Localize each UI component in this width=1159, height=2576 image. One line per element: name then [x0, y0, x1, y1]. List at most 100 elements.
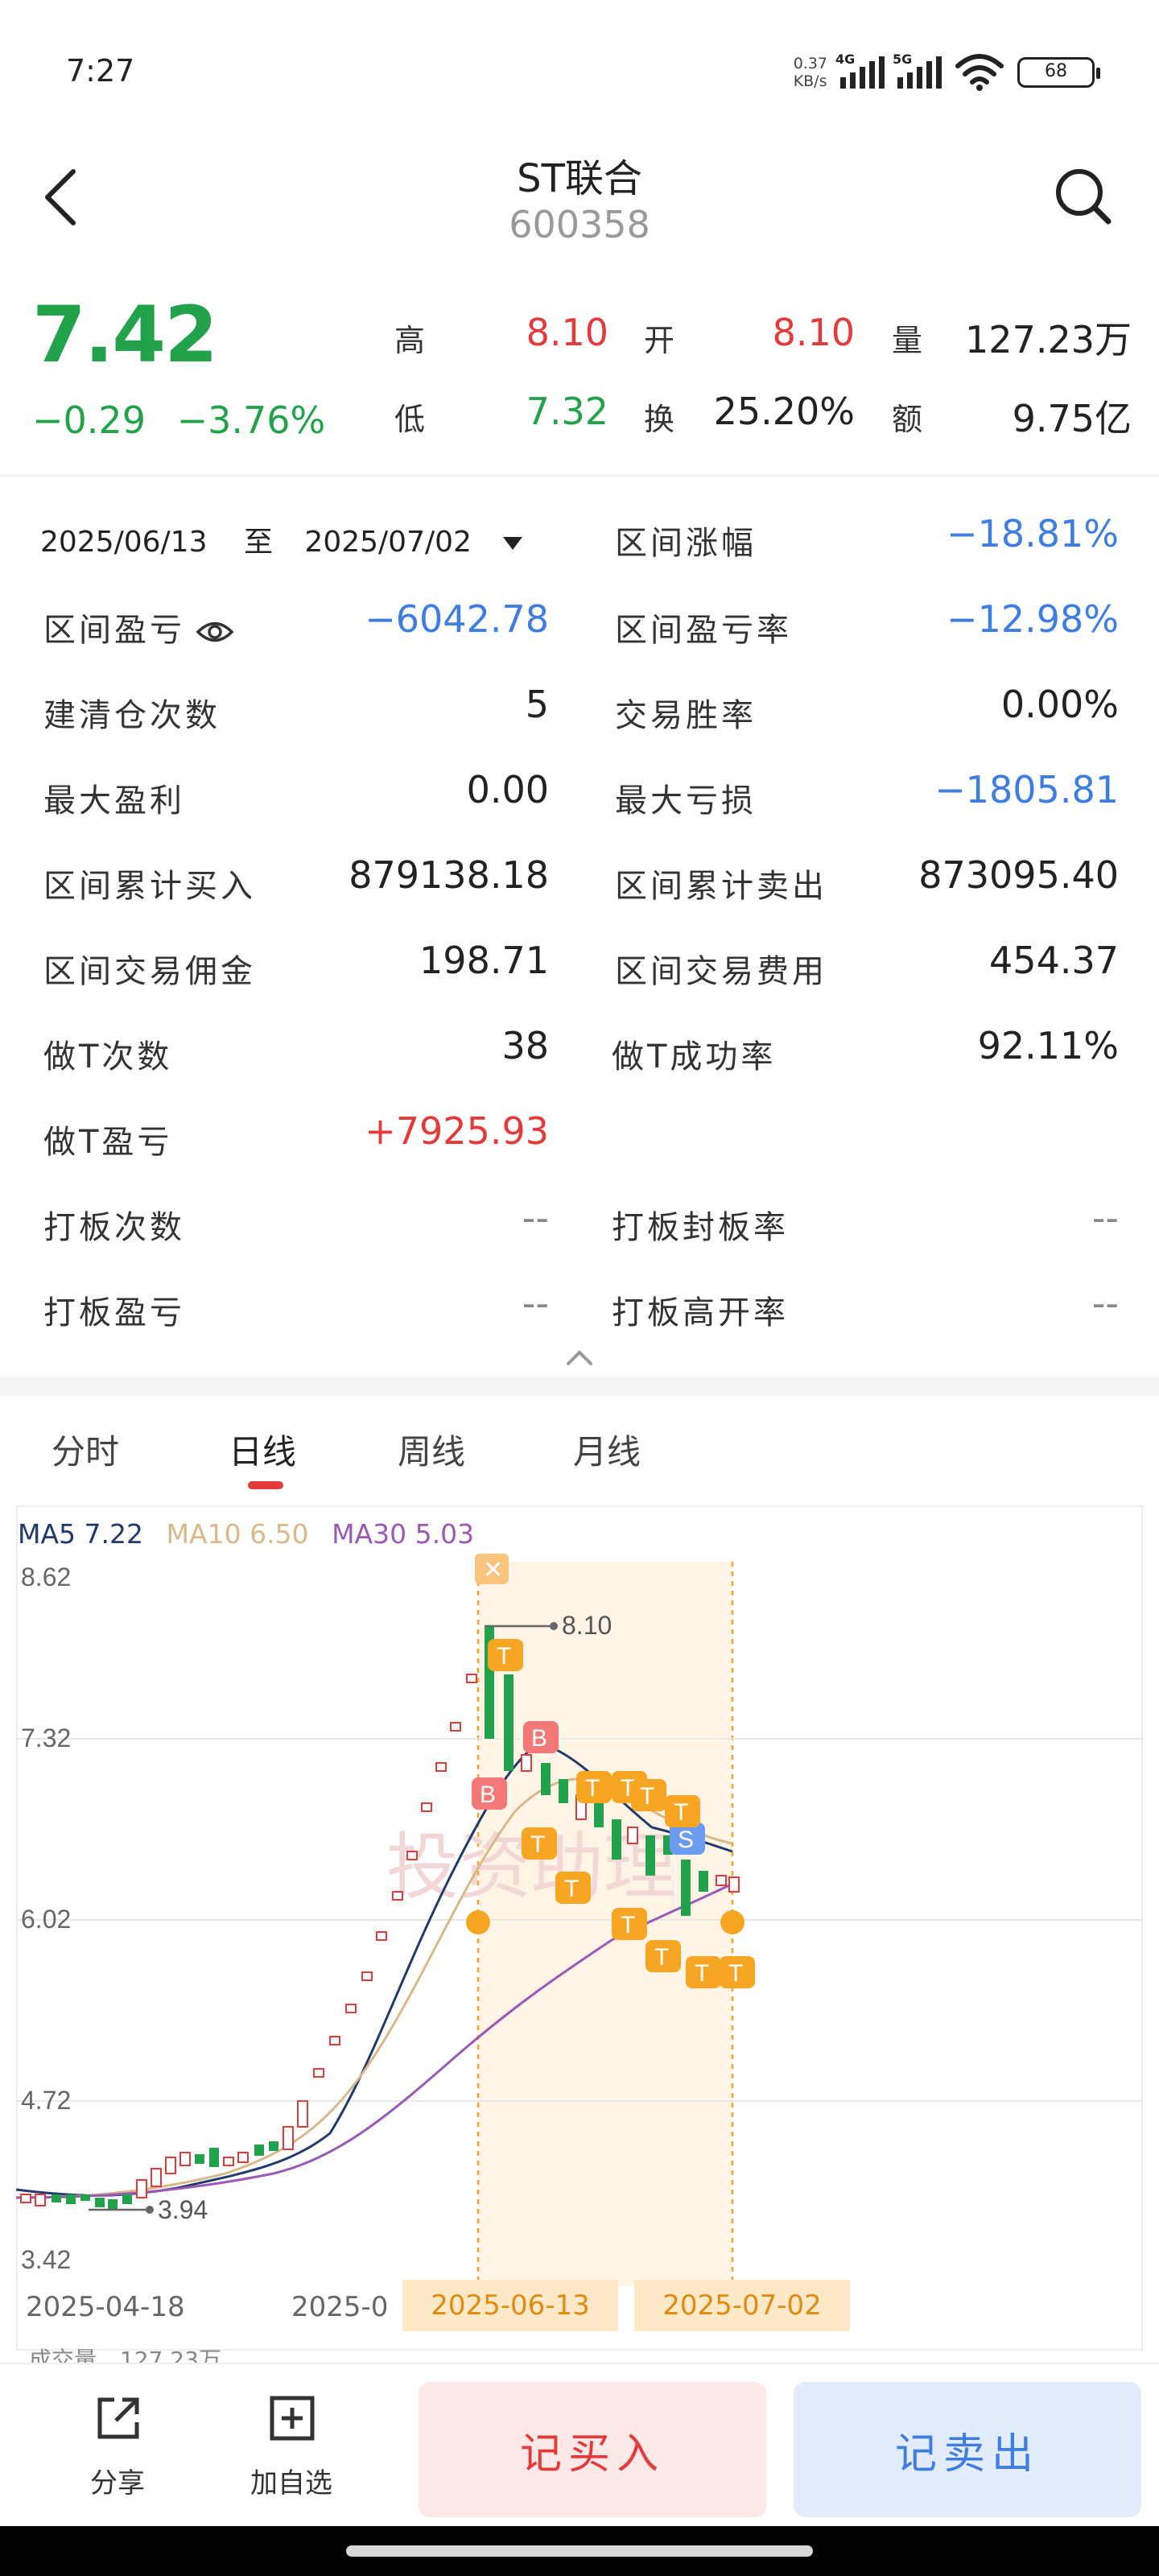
share-label: 分享: [90, 2467, 145, 2500]
t-count-value: 38: [501, 1024, 549, 1067]
caret-down-icon: [503, 537, 523, 550]
quote-panel: 7.42 −0.29 −3.76% 高 8.10 开 8.10 量 127.23…: [0, 290, 1159, 475]
battery-icon: 68: [1017, 57, 1100, 88]
t-pnl-value: +7925.93: [365, 1109, 549, 1153]
net-speed-value: 0.37: [793, 55, 827, 72]
trade-marker-t[interactable]: T: [612, 1908, 647, 1940]
candle: [209, 2148, 219, 2167]
pnl-label-text: 区间盈亏: [43, 612, 185, 649]
tab-intraday[interactable]: 分时: [52, 1425, 119, 1474]
board-seal-label: 打板封板率: [612, 1209, 789, 1246]
t-count-label: 做T次数: [43, 1038, 173, 1075]
t-success-value: 92.11%: [977, 1024, 1119, 1067]
range-start-date-label: 2025-06-13: [402, 2280, 618, 2331]
bottom-action-bar: 分享 加自选 记买入 记卖出: [0, 2363, 1159, 2524]
trade-marker-t[interactable]: T: [645, 1940, 681, 1972]
trade-marker-t[interactable]: T: [720, 1956, 755, 1988]
search-icon: [1056, 169, 1112, 225]
volume-footer: 成交量 127.23万: [29, 2343, 221, 2363]
range-change-label: 区间涨幅: [615, 525, 757, 562]
range-stats-panel: 2025/06/13 至 2025/07/02 区间涨幅 −18.81% 区间盈…: [0, 475, 1159, 1377]
range-change-value: −18.81%: [947, 512, 1119, 555]
candle: [20, 2194, 31, 2203]
eye-icon[interactable]: [196, 618, 234, 646]
candle: [136, 2179, 147, 2198]
pnl-rate-value: −12.98%: [947, 597, 1119, 641]
collapse-chevron-up-icon[interactable]: [565, 1348, 594, 1367]
tab-monthly[interactable]: 月线: [573, 1425, 641, 1474]
trade-marker-t[interactable]: T: [522, 1827, 557, 1860]
close-x-icon: ✕: [483, 1556, 503, 1584]
svg-text:B: B: [531, 1725, 547, 1752]
x-label-mid: 2025-0: [291, 2291, 389, 2323]
candle: [435, 1762, 447, 1772]
wifi-icon: [955, 54, 1004, 91]
status-time: 7:27: [66, 53, 135, 89]
trade-marker-b[interactable]: B: [523, 1721, 559, 1753]
buy-total-value: 879138.18: [349, 853, 549, 897]
signal-5g-label: 5G: [893, 52, 913, 67]
candle: [80, 2194, 90, 2201]
max-price-label: 8.10: [562, 1611, 612, 1640]
stock-code: 600358: [509, 203, 650, 246]
record-sell-button[interactable]: 记卖出: [794, 2382, 1141, 2517]
stock-name: ST联合: [517, 156, 642, 201]
kline-chart[interactable]: 投资助理 8.62 7.32 6.02 4.72 3.42 8.10 3.94 …: [16, 1554, 1143, 2359]
trade-marker-b[interactable]: B: [472, 1777, 507, 1810]
home-indicator[interactable]: [346, 2545, 813, 2557]
trade-marker-t[interactable]: T: [488, 1639, 523, 1671]
status-bar: 7:27 0.37 KB/s 4G 5G 68: [0, 0, 1159, 137]
svg-text:B: B: [480, 1781, 496, 1808]
date-range-selector[interactable]: 2025/06/13 至 2025/07/02: [40, 518, 524, 560]
share-icon: [97, 2397, 139, 2439]
amount-label: 额: [892, 402, 923, 437]
candle: [66, 2194, 76, 2204]
candle: [541, 1763, 551, 1795]
t-success-label: 做T成功率: [612, 1038, 777, 1075]
section-divider: [0, 1377, 1159, 1396]
pnl-value: −6042.78: [365, 597, 549, 641]
date-from: 2025/06/13: [40, 526, 208, 559]
trade-marker-t[interactable]: T: [555, 1872, 591, 1904]
trade-marker-t[interactable]: T: [665, 1795, 700, 1827]
trade-marker-t[interactable]: T: [631, 1779, 666, 1811]
range-start-handle[interactable]: [466, 1910, 490, 1934]
ma5-label: MA5: [18, 1518, 76, 1550]
low-value: 7.32: [526, 390, 608, 433]
tab-weekly[interactable]: 周线: [398, 1425, 465, 1474]
record-buy-button[interactable]: 记买入: [419, 2382, 766, 2517]
candle: [559, 1779, 568, 1803]
candle: [165, 2157, 176, 2174]
svg-text:T: T: [640, 1783, 654, 1810]
candle: [406, 1851, 418, 1860]
signal-4g-label: 4G: [835, 52, 856, 67]
candle: [627, 1827, 638, 1844]
min-price-label: 3.94: [158, 2195, 208, 2224]
trade-marker-t[interactable]: T: [576, 1771, 612, 1803]
signal-5g-icon: 5G: [893, 52, 942, 89]
share-button[interactable]: 分享: [45, 2395, 190, 2508]
svg-text:S: S: [678, 1827, 694, 1853]
fees-value: 454.37: [989, 939, 1119, 982]
trades-label: 建清仓次数: [43, 697, 221, 734]
turnover-value: 25.20%: [713, 390, 855, 433]
add-watchlist-button[interactable]: 加自选: [219, 2395, 364, 2508]
tab-daily[interactable]: 日线: [229, 1425, 296, 1474]
commission-label: 区间交易佣金: [43, 953, 256, 990]
svg-text:T: T: [497, 1643, 511, 1670]
range-end-handle[interactable]: [720, 1910, 744, 1934]
net-speed: 0.37 KB/s: [794, 55, 827, 90]
low-label: 低: [394, 402, 426, 437]
trade-marker-t[interactable]: T: [686, 1956, 721, 1988]
ma30-value: 5.03: [415, 1518, 475, 1550]
candle: [151, 2168, 162, 2187]
svg-text:T: T: [564, 1876, 579, 1902]
candle: [35, 2194, 46, 2207]
sell-total-label: 区间累计卖出: [615, 868, 827, 905]
search-button[interactable]: [1046, 159, 1119, 232]
max-profit-label: 最大盈利: [43, 782, 185, 819]
svg-text:T: T: [728, 1960, 743, 1987]
candle: [179, 2152, 191, 2166]
candle: [254, 2145, 264, 2156]
ma30-label: MA30: [332, 1518, 407, 1550]
